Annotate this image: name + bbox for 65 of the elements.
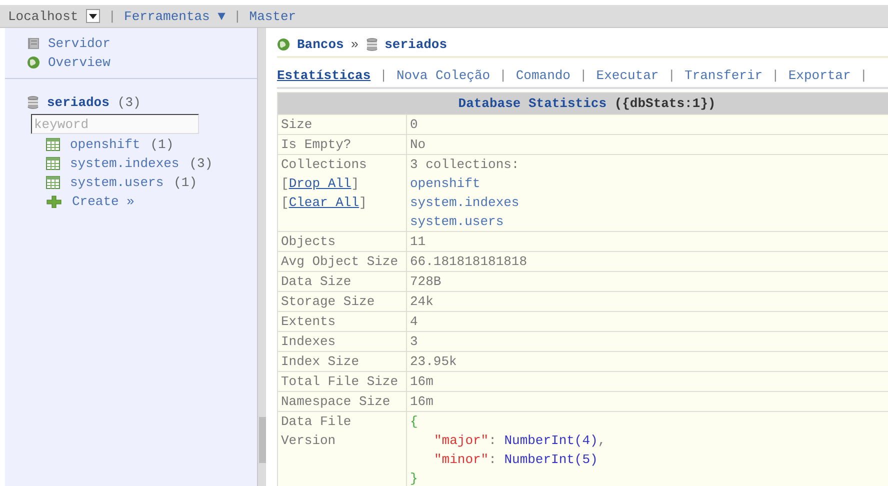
scrollbar[interactable] bbox=[257, 28, 266, 486]
menu-link[interactable]: Ferramentas ▼ bbox=[124, 8, 226, 24]
separator: | bbox=[772, 68, 780, 82]
table-cell: Indexes bbox=[278, 332, 406, 352]
dropdown-button[interactable] bbox=[86, 9, 100, 23]
tab[interactable]: Transferir bbox=[684, 68, 763, 82]
table-icon bbox=[46, 176, 60, 189]
collection-link[interactable]: system.indexes bbox=[70, 156, 180, 171]
table-icon bbox=[46, 138, 60, 151]
table-cell: Size bbox=[278, 114, 406, 134]
host-label: Localhost bbox=[8, 8, 78, 24]
table-cell: Extents bbox=[278, 312, 406, 332]
database-icon bbox=[27, 96, 39, 109]
plus-icon bbox=[46, 195, 62, 208]
nav-link[interactable]: Servidor bbox=[48, 36, 110, 51]
database-icon bbox=[366, 38, 378, 50]
separator: | bbox=[860, 68, 868, 82]
table-cell: Index Size bbox=[278, 352, 406, 372]
table-cell: Storage Size bbox=[278, 292, 406, 312]
separator: | bbox=[579, 68, 588, 82]
collection-link[interactable]: system.users bbox=[70, 175, 164, 190]
breadcrumb-separator: » bbox=[350, 36, 359, 52]
collection-link[interactable]: openshift bbox=[410, 174, 480, 193]
table-cell: Is Empty? bbox=[278, 134, 406, 154]
server-icon bbox=[27, 37, 40, 50]
globe-icon bbox=[27, 56, 40, 69]
breadcrumb-link[interactable]: Bancos bbox=[297, 36, 344, 52]
item-count: (3) bbox=[189, 156, 213, 171]
create-link[interactable]: Create » bbox=[72, 194, 134, 209]
item-count: (3) bbox=[117, 95, 141, 110]
tab[interactable]: Nova Coleção bbox=[396, 68, 490, 82]
search-field[interactable]: keyword bbox=[31, 114, 199, 134]
json-value: { "major": NumberInt(4), "minor": NumberInt(5) } bbox=[410, 413, 607, 486]
separator: | bbox=[108, 8, 116, 24]
separator: | bbox=[233, 8, 242, 24]
tab[interactable]: Executar bbox=[596, 68, 659, 82]
tab[interactable]: Comando bbox=[516, 68, 570, 82]
database-name[interactable]: seriados bbox=[47, 95, 110, 110]
tab[interactable]: Estatísticas bbox=[277, 68, 371, 82]
item-count: (1) bbox=[174, 175, 198, 190]
table-cell: Objects bbox=[278, 232, 406, 252]
row-label: Collections bbox=[281, 156, 368, 174]
action-link[interactable]: [Clear All] bbox=[281, 193, 367, 212]
table-cell: Total File Size bbox=[278, 372, 406, 392]
tab[interactable]: Exportar bbox=[788, 68, 851, 82]
action-link[interactable]: [Drop All] bbox=[281, 174, 360, 193]
globe-icon bbox=[277, 38, 290, 50]
item-count: (1) bbox=[150, 137, 174, 152]
breadcrumb-current: seriados bbox=[384, 36, 448, 52]
collection-link[interactable]: system.users bbox=[410, 212, 504, 231]
table-icon bbox=[46, 157, 60, 170]
separator: | bbox=[668, 68, 676, 82]
table-cell: Namespace Size bbox=[278, 392, 406, 412]
table-cell: Data Size bbox=[278, 272, 406, 292]
table-header: Database Statistics ({dbStats:1}) bbox=[278, 92, 888, 114]
separator: | bbox=[380, 68, 388, 82]
menu-link[interactable]: Master bbox=[249, 8, 296, 24]
separator: | bbox=[499, 68, 507, 82]
collection-link[interactable]: openshift bbox=[70, 137, 140, 152]
nav-link[interactable]: Overview bbox=[48, 55, 110, 70]
table-cell: Data File Version bbox=[278, 412, 406, 486]
caret-icon bbox=[89, 14, 98, 18]
collection-link[interactable]: system.indexes bbox=[410, 193, 520, 212]
collection-summary: 3 collections: bbox=[410, 156, 520, 174]
table-cell: Avg Object Size bbox=[278, 252, 406, 272]
